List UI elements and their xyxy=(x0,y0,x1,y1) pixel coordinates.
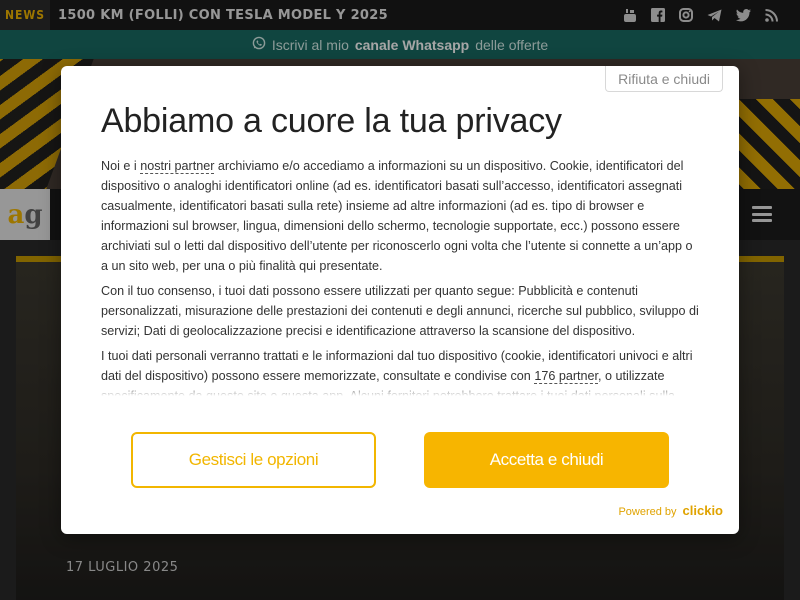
reject-and-close-button[interactable]: Rifiuta e chiudi xyxy=(605,66,723,92)
partners-link[interactable]: nostri partner xyxy=(140,159,215,174)
powered-by-label: Powered by xyxy=(618,506,677,518)
consent-title: Abbiamo a cuore la tua privacy xyxy=(101,102,562,140)
partner-count-link[interactable]: 176 partner xyxy=(534,369,599,384)
manage-options-button[interactable]: Gestisci le opzioni xyxy=(131,432,376,488)
consent-paragraph-1: Noi e i nostri partner archiviamo e/o ac… xyxy=(101,159,693,273)
consent-dialog: Rifiuta e chiudi Abbiamo a cuore la tua … xyxy=(61,66,739,534)
consent-paragraph-2: Con il tuo consenso, i tuoi dati possono… xyxy=(101,284,699,338)
accept-and-close-button[interactable]: Accetta e chiudi xyxy=(424,432,669,488)
consent-body-fade xyxy=(101,384,701,396)
clickio-logo[interactable]: clickio xyxy=(683,503,723,518)
powered-by: Powered by clickio xyxy=(618,503,723,518)
consent-body[interactable]: Noi e i nostri partner archiviamo e/o ac… xyxy=(101,156,701,396)
